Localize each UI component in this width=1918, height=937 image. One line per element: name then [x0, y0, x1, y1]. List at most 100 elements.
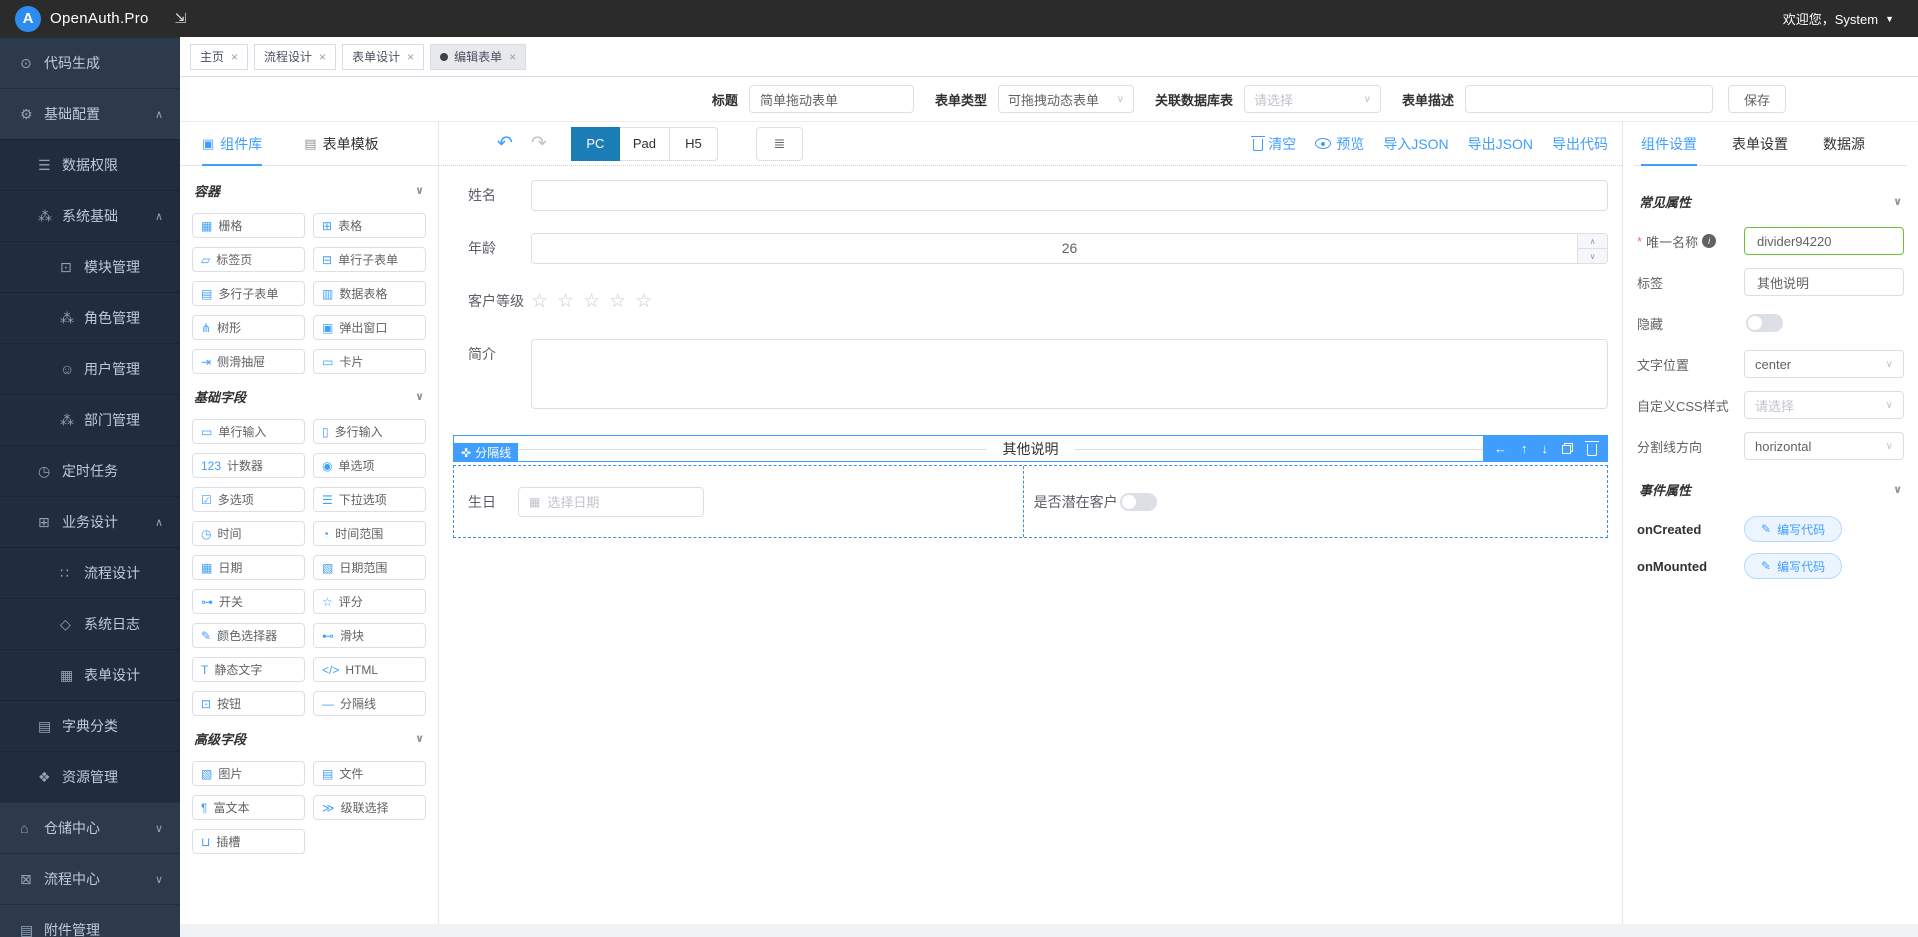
component-item[interactable]: ⊟ 单行子表单	[313, 247, 426, 272]
birthday-date-input[interactable]: ▦ 选择日期	[518, 487, 704, 517]
component-item[interactable]: ⊡ 按钮	[192, 691, 305, 716]
close-icon[interactable]: ×	[231, 50, 238, 64]
component-item[interactable]: ▤ 多行子表单	[192, 281, 305, 306]
sidebar-item[interactable]: ◷ 定时任务	[0, 445, 180, 496]
device-button[interactable]: Pad	[619, 127, 670, 161]
component-item[interactable]: ▧ 日期范围	[313, 555, 426, 580]
library-tab[interactable]: ▤ 表单模板	[304, 122, 378, 165]
redo-icon[interactable]: ↷	[531, 132, 547, 155]
info-icon[interactable]: i	[1702, 234, 1716, 248]
form-desc-input[interactable]	[1465, 85, 1713, 113]
event-props-section-header[interactable]: 事件属性 ∨	[1639, 480, 1902, 499]
collapse-sidebar-icon[interactable]: ⇲	[175, 10, 187, 27]
sidebar-item[interactable]: ❖ 资源管理	[0, 751, 180, 802]
export-json-button[interactable]: 导出JSON	[1468, 134, 1533, 154]
page-tab[interactable]: 流程设计 ×	[254, 44, 336, 70]
move-left-icon[interactable]: ←	[1494, 442, 1507, 455]
form-type-select[interactable]: 可拖拽动态表单 ∨	[998, 85, 1134, 113]
library-section-header[interactable]: 容器 ∨	[194, 181, 424, 200]
star-icon[interactable]: ☆	[635, 290, 652, 313]
save-button[interactable]: 保存	[1728, 85, 1786, 113]
properties-tab[interactable]: 表单设置	[1732, 122, 1788, 165]
sidebar-item[interactable]: ⌂ 仓储中心	[0, 802, 180, 853]
component-item[interactable]: ⊶ 开关	[192, 589, 305, 614]
unique-name-input[interactable]	[1744, 227, 1904, 255]
text-position-select[interactable]: center ∨	[1744, 350, 1904, 378]
device-button[interactable]: PC	[571, 127, 620, 161]
move-up-icon[interactable]: ↑	[1521, 442, 1528, 455]
close-icon[interactable]: ×	[407, 50, 414, 64]
component-item[interactable]: ✎ 颜色选择器	[192, 623, 305, 648]
outline-tree-icon[interactable]: ≣	[756, 127, 803, 161]
sidebar-item[interactable]: ∷ 流程设计	[0, 547, 180, 598]
preview-button[interactable]: 预览	[1315, 134, 1364, 154]
library-tab[interactable]: ▣ 组件库	[202, 122, 262, 165]
custom-css-select[interactable]: 请选择 ∨	[1744, 391, 1904, 419]
form-title-input[interactable]	[749, 85, 914, 113]
db-table-select[interactable]: 请选择 ∨	[1244, 85, 1381, 113]
library-section-header[interactable]: 基础字段 ∨	[194, 387, 424, 406]
close-icon[interactable]: ×	[509, 50, 516, 64]
clear-button[interactable]: 清空	[1253, 134, 1296, 154]
hidden-toggle[interactable]	[1746, 314, 1783, 332]
component-item[interactable]: ▥ 数据表格	[313, 281, 426, 306]
field-rating-row[interactable]: 客户等级 ☆☆☆☆☆	[453, 286, 1608, 317]
sidebar-item[interactable]: ◇ 系统日志	[0, 598, 180, 649]
grid-cell-birthday[interactable]: 生日 ▦ 选择日期	[454, 466, 1024, 537]
component-item[interactable]: ¶ 富文本	[192, 795, 305, 820]
star-icon[interactable]: ☆	[583, 290, 600, 313]
component-item[interactable]: ◉ 单选项	[313, 453, 426, 478]
sidebar-item[interactable]: ⚙ 基础配置	[0, 88, 180, 139]
sidebar-item[interactable]: ▤ 附件管理	[0, 904, 180, 937]
component-item[interactable]: ◷ 时间	[192, 521, 305, 546]
copy-icon[interactable]	[1562, 443, 1573, 454]
properties-tab[interactable]: 数据源	[1823, 122, 1865, 165]
component-item[interactable]: ▭ 卡片	[313, 349, 426, 374]
sidebar-item[interactable]: ☺ 用户管理	[0, 343, 180, 394]
page-tab[interactable]: 主页 ×	[190, 44, 248, 70]
page-tab[interactable]: 编辑表单 ×	[430, 44, 526, 70]
decrease-button[interactable]: ∨	[1578, 249, 1607, 263]
component-item[interactable]: ☑ 多选项	[192, 487, 305, 512]
component-item[interactable]: — 分隔线	[313, 691, 426, 716]
common-props-section-header[interactable]: 常见属性 ∨	[1639, 192, 1902, 211]
write-code-button[interactable]: ✎ 编写代码	[1744, 553, 1842, 579]
write-code-button[interactable]: ✎ 编写代码	[1744, 516, 1842, 542]
sidebar-item[interactable]: ⊙ 代码生成	[0, 37, 180, 88]
component-item[interactable]: ⊞ 表格	[313, 213, 426, 238]
sidebar-item[interactable]: ▤ 字典分类	[0, 700, 180, 751]
import-json-button[interactable]: 导入JSON	[1383, 134, 1448, 154]
selected-divider-component[interactable]: 其他说明 ✜ 分隔线 ← ↑ ↓	[453, 435, 1608, 462]
divider-direction-select[interactable]: horizontal ∨	[1744, 432, 1904, 460]
sidebar-item[interactable]: ⁂ 角色管理	[0, 292, 180, 343]
component-item[interactable]: ▤ 文件	[313, 761, 426, 786]
field-intro-row[interactable]: 简介	[453, 339, 1608, 409]
tag-input[interactable]	[1744, 268, 1904, 296]
component-item[interactable]: ⇥ 侧滑抽屉	[192, 349, 305, 374]
field-age-row[interactable]: 年龄 26 ∧ ∨	[453, 233, 1608, 264]
component-item[interactable]: ▯ 多行输入	[313, 419, 426, 444]
export-code-button[interactable]: 导出代码	[1552, 134, 1608, 154]
component-item[interactable]: ▧ 图片	[192, 761, 305, 786]
component-item[interactable]: ☆ 评分	[313, 589, 426, 614]
potential-toggle[interactable]	[1120, 493, 1157, 511]
component-item[interactable]: ▦ 栅格	[192, 213, 305, 238]
device-button[interactable]: H5	[669, 127, 718, 161]
user-menu[interactable]: 欢迎您，System ▼	[1783, 9, 1894, 28]
component-item[interactable]: ⊔ 插槽	[192, 829, 305, 854]
page-tab[interactable]: 表单设计 ×	[342, 44, 424, 70]
grid-container-row[interactable]: 生日 ▦ 选择日期 是否潜在客户	[453, 465, 1608, 538]
star-icon[interactable]: ☆	[557, 290, 574, 313]
component-item[interactable]: T 静态文字	[192, 657, 305, 682]
sidebar-item[interactable]: ⊡ 模块管理	[0, 241, 180, 292]
intro-textarea[interactable]	[531, 339, 1608, 409]
component-item[interactable]: ▱ 标签页	[192, 247, 305, 272]
component-item[interactable]: ☰ 下拉选项	[313, 487, 426, 512]
star-icon[interactable]: ☆	[531, 290, 548, 313]
component-item[interactable]: ▦ 日期	[192, 555, 305, 580]
sidebar-item[interactable]: ⊠ 流程中心	[0, 853, 180, 904]
sidebar-item[interactable]: ⁂ 部门管理	[0, 394, 180, 445]
sidebar-item[interactable]: ☰ 数据权限	[0, 139, 180, 190]
delete-icon[interactable]	[1587, 444, 1597, 456]
increase-button[interactable]: ∧	[1578, 234, 1607, 249]
